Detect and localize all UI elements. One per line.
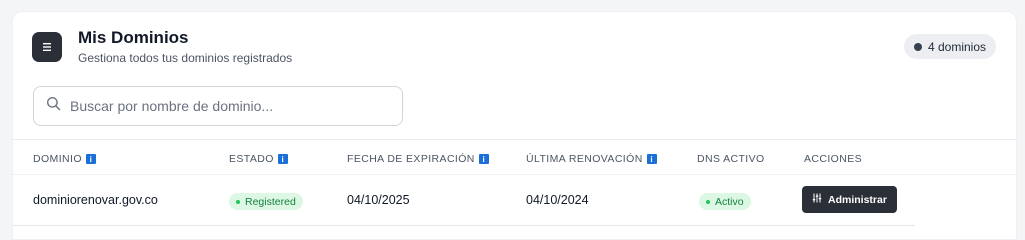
domain-name: dominiorenovar.gov.co [33, 193, 158, 207]
last-renewal-date: 04/10/2024 [526, 193, 589, 207]
table-header: DOMINIO i ESTADO i FECHA DE EXPIRACIÓN i… [13, 141, 1016, 175]
dns-status-badge: Activo [699, 193, 751, 210]
info-icon[interactable]: i [85, 154, 96, 164]
column-header-dns: DNS ACTIVO [697, 153, 765, 165]
manage-button-label: Administrar [828, 193, 887, 206]
column-label: DNS ACTIVO [697, 153, 765, 165]
dot-icon [706, 199, 710, 204]
column-label: ACCIONES [804, 153, 863, 165]
table-row: dominiorenovar.gov.co Registered 04/10/2… [13, 176, 915, 226]
list-icon [32, 32, 62, 62]
column-label: FECHA DE EXPIRACIÓN [347, 153, 475, 165]
card-header: Mis Dominios Gestiona todos tus dominios… [13, 12, 1016, 140]
info-icon[interactable]: i [277, 154, 288, 164]
search-box[interactable] [33, 86, 403, 126]
column-label: DOMINIO [33, 153, 82, 165]
column-header-last-renewal: ÚLTIMA RENOVACIÓN i [526, 153, 657, 165]
page-subtitle: Gestiona todos tus dominios registrados [78, 51, 293, 65]
settings-sliders-icon [812, 193, 822, 206]
dns-status-label: Activo [715, 195, 744, 208]
expiration-date: 04/10/2025 [347, 193, 410, 207]
status-badge: Registered [229, 193, 303, 210]
domain-count-label: 4 dominios [927, 39, 986, 54]
manage-button[interactable]: Administrar [802, 186, 897, 213]
info-icon[interactable]: i [478, 154, 489, 164]
domain-count-badge: 4 dominios [903, 34, 996, 59]
dot-icon [236, 199, 240, 204]
column-header-expiration: FECHA DE EXPIRACIÓN i [347, 153, 489, 165]
dot-icon [913, 42, 922, 51]
column-header-status: ESTADO i [229, 153, 288, 165]
column-label: ÚLTIMA RENOVACIÓN [526, 153, 643, 165]
info-icon[interactable]: i [646, 154, 657, 164]
page-title: Mis Dominios [78, 28, 189, 47]
column-label: ESTADO [229, 153, 274, 165]
column-header-actions: ACCIONES [804, 153, 862, 165]
status-label: Registered [245, 195, 296, 208]
search-icon [46, 96, 61, 116]
domains-card: Mis Dominios Gestiona todos tus dominios… [12, 11, 1017, 240]
column-header-domain: DOMINIO i [33, 153, 96, 165]
search-input[interactable] [70, 98, 370, 114]
